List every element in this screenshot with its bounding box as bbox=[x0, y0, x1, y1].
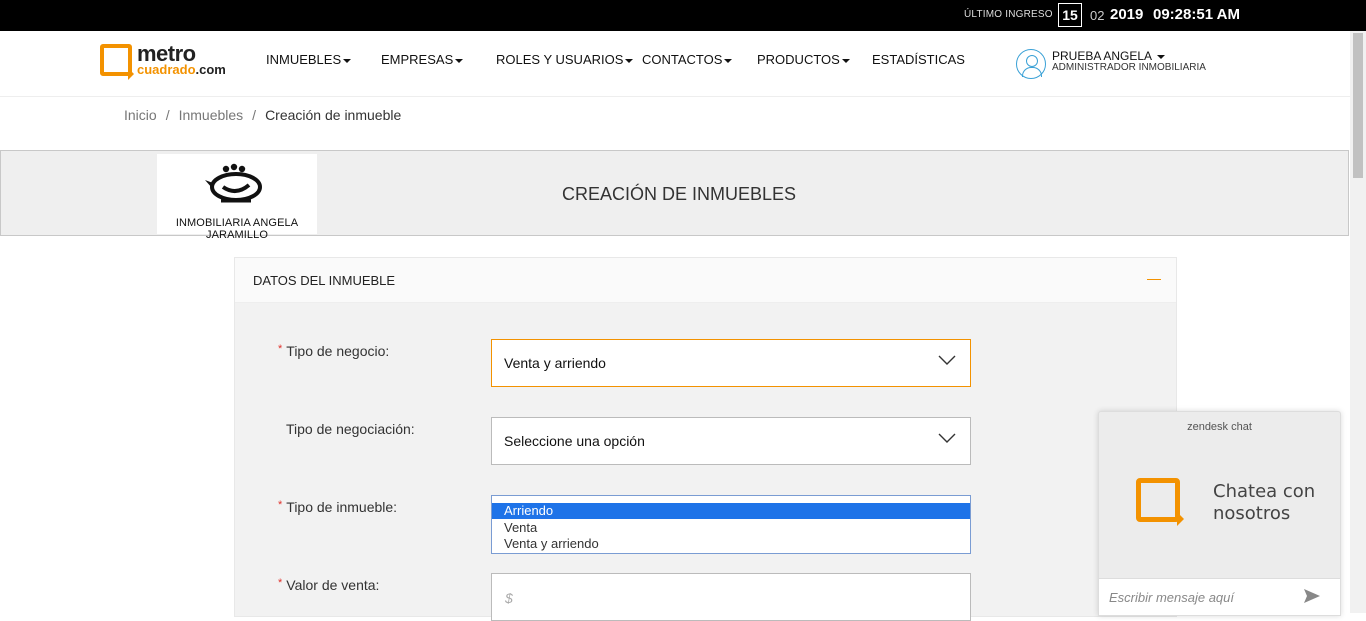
collapse-minus-icon[interactable] bbox=[1147, 279, 1161, 280]
chevron-down-icon bbox=[938, 433, 956, 443]
last-login-month: 02 bbox=[1090, 8, 1105, 23]
caret-down-icon bbox=[343, 58, 352, 63]
breadcrumb-inicio[interactable]: Inicio bbox=[124, 107, 157, 123]
valor-venta-input[interactable]: $ bbox=[491, 573, 971, 621]
user-role: ADMINISTRADOR INMOBILIARIA bbox=[1052, 62, 1206, 73]
logo-square-icon bbox=[100, 44, 134, 80]
tipo-negocio-value: Venta y arriendo bbox=[504, 355, 606, 371]
chat-brand: zendesk chat bbox=[1187, 421, 1252, 433]
caret-down-icon bbox=[625, 58, 634, 63]
chat-input-placeholder: Escribir mensaje aquí bbox=[1109, 590, 1234, 605]
nav-item-roles-usuarios[interactable]: ROLES Y USUARIOS bbox=[496, 52, 634, 67]
caret-down-icon bbox=[1156, 54, 1165, 59]
page-scrollbar[interactable] bbox=[1350, 31, 1366, 613]
tipo-negociacion-select[interactable]: Seleccione una opción bbox=[491, 417, 971, 465]
last-login-day: 15 bbox=[1058, 3, 1082, 27]
option-venta-y-arriendo[interactable]: Venta y arriendo bbox=[492, 536, 970, 552]
nav-item-empresas[interactable]: EMPRESAS bbox=[381, 52, 464, 67]
chat-greeting-line1: Chatea con bbox=[1213, 481, 1316, 502]
nav-item-productos[interactable]: PRODUCTOS bbox=[757, 52, 850, 67]
option-arriendo[interactable]: Arriendo bbox=[492, 503, 970, 519]
breadcrumb-current: Creación de inmueble bbox=[265, 107, 402, 123]
user-menu[interactable]: PRUEBA ANGELA bbox=[1052, 49, 1165, 63]
tipo-negocio-label: * Tipo de negocio: bbox=[278, 343, 390, 359]
valor-venta-label: * Valor de venta: bbox=[278, 577, 380, 593]
breadcrumb-inmuebles[interactable]: Inmuebles bbox=[179, 107, 244, 123]
caret-down-icon bbox=[841, 58, 850, 63]
panel-header[interactable]: DATOS DEL INMUEBLE bbox=[235, 258, 1176, 303]
tipo-negociacion-label: Tipo de negociación: bbox=[286, 421, 415, 437]
top-bar: ÚLTIMO INGRESO 15 02 2019 09:28:51 AM bbox=[0, 0, 1366, 31]
caret-down-icon bbox=[724, 58, 733, 63]
chat-greeting-line2: nosotros bbox=[1213, 503, 1291, 524]
chevron-down-icon bbox=[938, 355, 956, 365]
scrollbar-thumb[interactable] bbox=[1353, 33, 1363, 178]
agency-name: INMOBILIARIA ANGELA JARAMILLO bbox=[175, 217, 299, 241]
valor-venta-placeholder: $ bbox=[505, 590, 513, 606]
page-title: CREACIÓN DE INMUEBLES bbox=[562, 184, 797, 204]
tipo-inmueble-label: * Tipo de inmueble: bbox=[278, 499, 398, 515]
chat-widget[interactable]: zendesk chat Chatea con nosotros Escribi… bbox=[1098, 411, 1341, 616]
tipo-inmueble-listbox[interactable]: Arriendo Venta Venta y arriendo bbox=[491, 495, 971, 554]
tipo-negocio-select[interactable]: Venta y arriendo bbox=[491, 339, 971, 387]
tipo-negociacion-value: Seleccione una opción bbox=[504, 433, 645, 449]
last-login-year: 2019 bbox=[1110, 6, 1144, 23]
caret-down-icon bbox=[455, 58, 464, 63]
metrocuadrado-logo[interactable]: metro cuadrado.com bbox=[100, 41, 240, 83]
send-icon[interactable] bbox=[1303, 588, 1321, 604]
nav-item-contactos[interactable]: CONTACTOS bbox=[642, 52, 733, 67]
panel-title: DATOS DEL INMUEBLE bbox=[253, 273, 396, 288]
breadcrumb: Inicio / Inmuebles / Creación de inmueble bbox=[124, 107, 402, 123]
user-avatar-icon[interactable] bbox=[1016, 49, 1046, 79]
page-header: INMOBILIARIA ANGELA JARAMILLO CREACIÓN D… bbox=[0, 150, 1349, 241]
logo-word-cuadrado: cuadrado.com bbox=[137, 62, 226, 77]
nav-item-estadisticas[interactable]: ESTADÍSTICAS bbox=[872, 52, 965, 67]
agency-bird-icon bbox=[205, 163, 262, 203]
agency-logo-box: INMOBILIARIA ANGELA JARAMILLO bbox=[157, 154, 317, 241]
last-login-time: 09:28:51 AM bbox=[1153, 6, 1240, 23]
chat-message-input[interactable]: Escribir mensaje aquí bbox=[1099, 578, 1340, 615]
chat-logo-icon bbox=[1136, 478, 1184, 526]
main-navbar: metro cuadrado.com INMUEBLES EMPRESAS RO… bbox=[0, 31, 1350, 97]
last-login-label: ÚLTIMO INGRESO bbox=[964, 9, 1053, 20]
option-venta[interactable]: Venta bbox=[492, 520, 970, 536]
nav-item-inmuebles[interactable]: INMUEBLES bbox=[266, 52, 352, 67]
